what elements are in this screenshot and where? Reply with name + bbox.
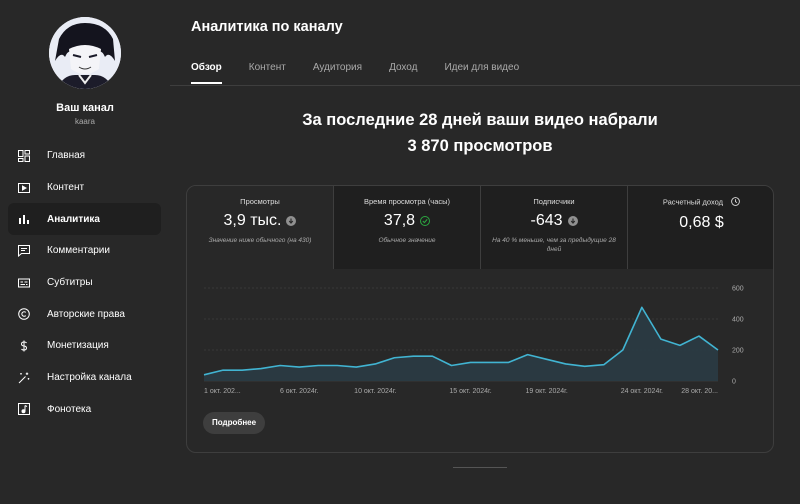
- metric-views[interactable]: Просмотры 3,9 тыс. Значение ниже обычног…: [187, 186, 334, 269]
- x-tick-label: 28 окт. 20...: [681, 388, 718, 395]
- metric-value-row: 3,9 тыс.: [187, 212, 333, 230]
- check-circle-icon: [420, 216, 431, 226]
- sidebar-item-label: Фонотека: [47, 403, 92, 415]
- metric-value-row: 0,68 $: [628, 214, 773, 232]
- summary-line-1: За последние 28 дней ваши видео набрали: [302, 111, 658, 129]
- metric-note: На 40 % меньше, чем за предыдущие 28 дне…: [492, 237, 616, 253]
- sidebar-item-label: Настройка канала: [47, 372, 132, 384]
- metric-label: Расчетный доход: [662, 197, 724, 207]
- metric-value: 0,68 $: [679, 214, 724, 231]
- sidebar-item-analytics[interactable]: Аналитика: [8, 203, 161, 236]
- sidebar-item-comments[interactable]: Комментарии: [8, 235, 161, 267]
- arrow-down-icon: [286, 216, 297, 226]
- overview-card: Просмотры 3,9 тыс. Значение ниже обычног…: [186, 185, 774, 453]
- views-area: [204, 307, 718, 381]
- comments-icon: [18, 244, 30, 257]
- audio-library-icon: [18, 403, 30, 416]
- analytics-tabs: Обзор Контент Аудитория Доход Идеи для в…: [191, 62, 546, 84]
- section-divider: [453, 467, 507, 468]
- metric-label: Просмотры: [240, 197, 280, 206]
- metric-label: Время просмотра (часы): [363, 197, 451, 206]
- tab-revenue[interactable]: Доход: [389, 62, 417, 84]
- tab-overview[interactable]: Обзор: [191, 62, 222, 84]
- sidebar-item-audio-library[interactable]: Фонотека: [8, 394, 161, 426]
- metric-value: 37,8: [383, 212, 416, 229]
- tab-audience[interactable]: Аудитория: [313, 62, 362, 84]
- sidebar-item-label: Аналитика: [47, 213, 100, 225]
- views-chart: 0 200 400 600 1 окт. 202... 6 окт. 2024г. 10 о…: [203, 286, 744, 395]
- sidebar-item-dashboard[interactable]: Главная: [8, 140, 161, 172]
- copyright-icon: [18, 308, 30, 321]
- sidebar-item-label: Контент: [47, 182, 85, 194]
- y-tick-label: 0: [732, 379, 736, 386]
- subtitles-icon: [18, 277, 30, 289]
- sidebar: Ваш канал kaara Главная Контент Аналитик…: [0, 0, 170, 504]
- sidebar-item-label: Главная: [47, 150, 86, 162]
- channel-handle: kaara: [74, 117, 95, 126]
- sidebar-nav: Главная Контент Аналитика Комментарии Су…: [8, 140, 161, 425]
- sidebar-item-label: Авторские права: [47, 308, 125, 320]
- y-tick-label: 600: [732, 286, 744, 293]
- tab-video-ideas[interactable]: Идеи для видео: [444, 62, 519, 84]
- arrow-down-icon: [567, 216, 578, 226]
- metric-watch-time[interactable]: Время просмотра (часы) 37,8 Обычное знач…: [334, 186, 481, 269]
- main-panel: Аналитика по каналу Обзор Контент Аудито…: [170, 0, 800, 504]
- sidebar-item-label: Субтитры: [47, 277, 93, 289]
- analytics-icon: [18, 213, 30, 225]
- metric-value-row: -643: [481, 212, 627, 230]
- y-tick-label: 200: [732, 348, 744, 355]
- x-tick-label: 24 окт. 2024г.: [621, 388, 663, 395]
- x-tick-label: 6 окт. 2024г.: [280, 388, 318, 395]
- x-tick-label: 15 окт. 2024г.: [449, 388, 491, 395]
- tab-content[interactable]: Контент: [249, 62, 286, 84]
- metric-label: Подписчики: [533, 197, 575, 206]
- summary-headline: За последние 28 дней ваши видео набрали …: [170, 107, 790, 159]
- sidebar-item-label: Комментарии: [47, 245, 110, 257]
- sidebar-item-content[interactable]: Контент: [8, 172, 161, 204]
- metric-label-row: Расчетный доход: [628, 197, 773, 208]
- summary-line-2: 3 870 просмотров: [407, 137, 553, 155]
- sidebar-item-label: Монетизация: [47, 340, 109, 352]
- sidebar-item-customization[interactable]: Настройка канала: [8, 362, 161, 394]
- y-tick-label: 400: [732, 317, 744, 324]
- page-title: Аналитика по каналу: [191, 19, 343, 35]
- x-tick-label: 19 окт. 2024г.: [526, 388, 568, 395]
- more-details-button[interactable]: Подробнее: [203, 412, 266, 434]
- x-tick-label: 1 окт. 202...: [204, 388, 241, 395]
- metric-note: Обычное значение: [378, 237, 436, 244]
- sidebar-item-subtitles[interactable]: Субтитры: [8, 267, 161, 299]
- clock-icon: [731, 197, 740, 208]
- metric-note: Значение ниже обычного (на 430): [208, 237, 312, 244]
- dollar-icon: [18, 340, 30, 352]
- sidebar-item-monetization[interactable]: Монетизация: [8, 330, 161, 362]
- metric-value: -643: [530, 212, 563, 229]
- x-tick-label: 10 окт. 2024г.: [354, 388, 396, 395]
- metric-value-row: 37,8: [334, 212, 480, 230]
- metric-revenue[interactable]: Расчетный доход 0,68 $: [628, 186, 773, 269]
- magic-wand-icon: [18, 372, 30, 384]
- sidebar-item-copyright[interactable]: Авторские права: [8, 298, 161, 330]
- dashboard-icon: [18, 149, 30, 162]
- metric-subscribers[interactable]: Подписчики -643 На 40 % меньше, чем за п…: [481, 186, 628, 269]
- content-icon: [18, 182, 30, 194]
- channel-name: Ваш канал: [56, 102, 114, 114]
- metrics-row: Просмотры 3,9 тыс. Значение ниже обычног…: [187, 186, 773, 269]
- metric-value: 3,9 тыс.: [223, 212, 282, 229]
- studio-app: Ваш канал kaara Главная Контент Аналитик…: [0, 0, 800, 504]
- tabs-divider: [170, 85, 800, 86]
- channel-avatar[interactable]: [49, 17, 121, 89]
